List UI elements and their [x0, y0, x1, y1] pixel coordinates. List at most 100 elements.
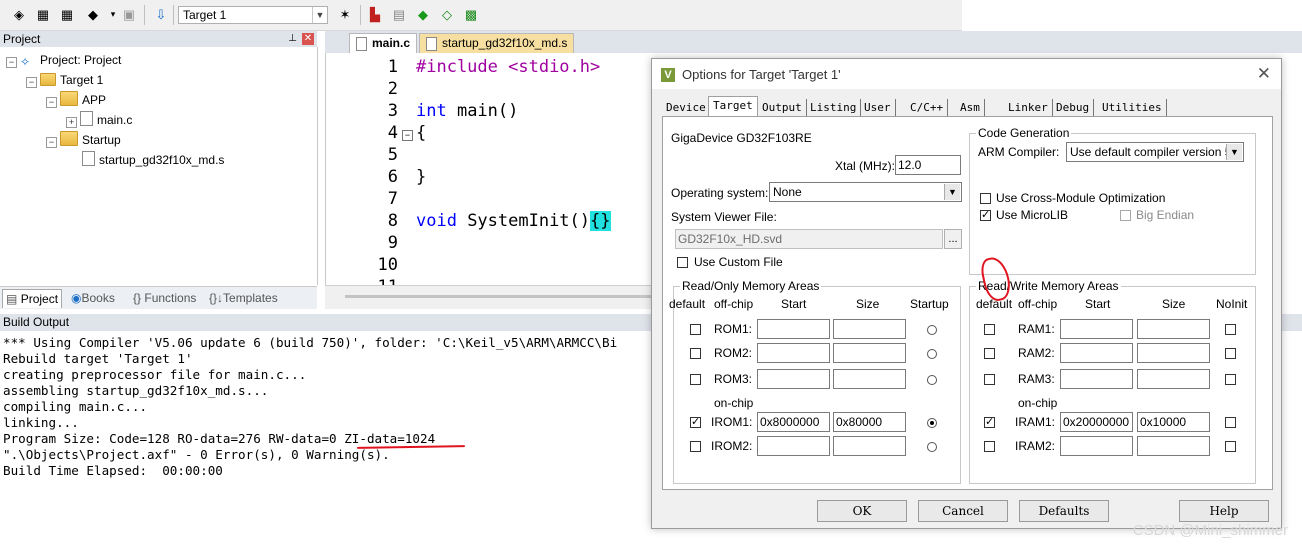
select-packs-icon[interactable]: ▤	[390, 5, 408, 23]
iram2-noinit-checkbox[interactable]	[1225, 441, 1236, 452]
pin-icon[interactable]: ⊥	[288, 31, 297, 47]
rom2-default-checkbox[interactable]	[690, 348, 701, 359]
pack-installer-icon[interactable]: ◇	[438, 5, 456, 23]
target-select[interactable]: Target 1 ▼	[178, 6, 328, 24]
collapse-icon[interactable]: −	[46, 137, 57, 148]
ram3-size-input[interactable]	[1137, 369, 1210, 389]
tab-asm[interactable]: Asm	[956, 99, 985, 116]
tab-utilities[interactable]: Utilities	[1098, 99, 1167, 116]
ram1-start-input[interactable]	[1060, 319, 1133, 339]
tab-linker[interactable]: Linker	[1004, 99, 1053, 116]
stop-build-icon[interactable]: ▣	[120, 5, 138, 23]
ok-button[interactable]: OK	[817, 500, 907, 522]
help-button[interactable]: Help	[1179, 500, 1269, 522]
ram3-default-checkbox[interactable]	[984, 374, 995, 385]
xtal-input[interactable]: 12.0	[895, 155, 961, 175]
tree-node-file-startup[interactable]: startup_gd32f10x_md.s	[82, 151, 224, 169]
tab-functions[interactable]: {} Functions	[130, 289, 199, 307]
tab-startup-file[interactable]: startup_gd32f10x_md.s	[419, 33, 575, 53]
tree-node-group-startup[interactable]: − Startup	[46, 131, 121, 149]
irom1-size-input[interactable]: 0x80000	[833, 412, 906, 432]
microlib-checkbox[interactable]: ✓	[980, 210, 991, 221]
collapse-icon[interactable]: −	[26, 77, 37, 88]
tab-listing[interactable]: Listing	[806, 99, 862, 116]
translate-icon[interactable]: ◈	[10, 5, 28, 23]
svd-browse-button[interactable]: ...	[944, 229, 962, 249]
iram2-default-checkbox[interactable]	[984, 441, 995, 452]
expand-icon[interactable]: +	[66, 117, 77, 128]
irom2-size-input[interactable]	[833, 436, 906, 456]
batch-build-icon[interactable]: ◆	[84, 5, 102, 23]
build-output-line: ".\Objects\Project.axf" - 0 Error(s), 0 …	[3, 447, 390, 462]
close-icon[interactable]: ✕	[302, 33, 314, 45]
tab-debug[interactable]: Debug	[1052, 99, 1095, 116]
rebuild-icon[interactable]: ▦	[58, 5, 76, 23]
ram2-size-input[interactable]	[1137, 343, 1210, 363]
options-for-target-icon[interactable]: ✶	[336, 5, 354, 23]
rom1-size-input[interactable]	[833, 319, 906, 339]
rom2-start-input[interactable]	[757, 343, 830, 363]
rom1-start-input[interactable]	[757, 319, 830, 339]
use-custom-file-checkbox[interactable]	[677, 257, 688, 268]
fold-icon[interactable]: −	[402, 130, 413, 141]
rom1-startup-radio[interactable]	[927, 325, 937, 335]
iram1-default-checkbox[interactable]: ✓	[984, 417, 995, 428]
tree-node-project[interactable]: − ✧ Project: Project	[6, 51, 121, 69]
irom2-start-input[interactable]	[757, 436, 830, 456]
irom2-startup-radio[interactable]	[927, 442, 937, 452]
code-editor[interactable]: 1 2 3 4 5 6 7 8 9 10 11 − #include <stdi…	[325, 53, 661, 285]
tab-templates[interactable]: {}↓Templates	[206, 289, 281, 307]
manage-project-items-icon[interactable]: ▙	[366, 5, 384, 23]
tree-node-group-app[interactable]: − APP	[46, 91, 106, 109]
rom2-startup-radio[interactable]	[927, 349, 937, 359]
project-tree: − ✧ Project: Project − Target 1 − APP + main.…	[0, 47, 318, 285]
irom1-default-checkbox[interactable]: ✓	[690, 417, 701, 428]
rom1-default-checkbox[interactable]	[690, 324, 701, 335]
collapse-icon[interactable]: −	[6, 57, 17, 68]
manage-runtime-icon[interactable]: ◆	[414, 5, 432, 23]
irom2-default-checkbox[interactable]	[690, 441, 701, 452]
ram3-noinit-checkbox[interactable]	[1225, 374, 1236, 385]
iram2-size-input[interactable]	[1137, 436, 1210, 456]
rom3-size-input[interactable]	[833, 369, 906, 389]
rom3-startup-radio[interactable]	[927, 375, 937, 385]
close-icon[interactable]: ✕	[1257, 64, 1271, 84]
tab-main-c[interactable]: main.c	[349, 33, 418, 53]
cancel-button[interactable]: Cancel	[918, 500, 1008, 522]
ram1-size-input[interactable]	[1137, 319, 1210, 339]
ram2-noinit-checkbox[interactable]	[1225, 348, 1236, 359]
os-select[interactable]: None ▼	[769, 182, 962, 202]
rom3-start-input[interactable]	[757, 369, 830, 389]
rom3-default-checkbox[interactable]	[690, 374, 701, 385]
ram1-default-checkbox[interactable]	[984, 324, 995, 335]
tab-user[interactable]: User	[860, 99, 896, 116]
cross-module-checkbox[interactable]	[980, 193, 991, 204]
irom1-start-input[interactable]: 0x8000000	[757, 412, 830, 432]
ram3-start-input[interactable]	[1060, 369, 1133, 389]
big-endian-checkbox[interactable]	[1120, 210, 1131, 221]
tab-project[interactable]: ▤ Project	[2, 289, 63, 308]
arm-compiler-select[interactable]: Use default compiler version 5 ▼	[1066, 142, 1244, 162]
rom2-size-input[interactable]	[833, 343, 906, 363]
tab-output[interactable]: Output	[758, 99, 807, 116]
tab-target[interactable]: Target	[708, 96, 758, 118]
iram2-start-input[interactable]	[1060, 436, 1133, 456]
ram1-noinit-checkbox[interactable]	[1225, 324, 1236, 335]
download-icon[interactable]: ⇩	[152, 5, 170, 23]
software-components-icon[interactable]: ▩	[462, 5, 480, 23]
irom1-startup-radio[interactable]	[927, 418, 937, 428]
iram1-start-input[interactable]: 0x20000000	[1060, 412, 1133, 432]
iram1-size-input[interactable]: 0x10000	[1137, 412, 1210, 432]
tab-device[interactable]: Device	[662, 99, 711, 116]
collapse-icon[interactable]: −	[46, 97, 57, 108]
svd-input[interactable]: GD32F10x_HD.svd	[675, 229, 943, 249]
tree-node-target[interactable]: − Target 1	[26, 71, 103, 89]
ram2-default-checkbox[interactable]	[984, 348, 995, 359]
tab-c-cpp[interactable]: C/C++	[906, 99, 949, 116]
tab-books[interactable]: ◉Books	[68, 289, 118, 307]
iram1-noinit-checkbox[interactable]	[1225, 417, 1236, 428]
tree-node-file-main[interactable]: + main.c	[66, 111, 132, 129]
defaults-button[interactable]: Defaults	[1019, 500, 1109, 522]
ram2-start-input[interactable]	[1060, 343, 1133, 363]
build-icon[interactable]: ▦	[34, 5, 52, 23]
